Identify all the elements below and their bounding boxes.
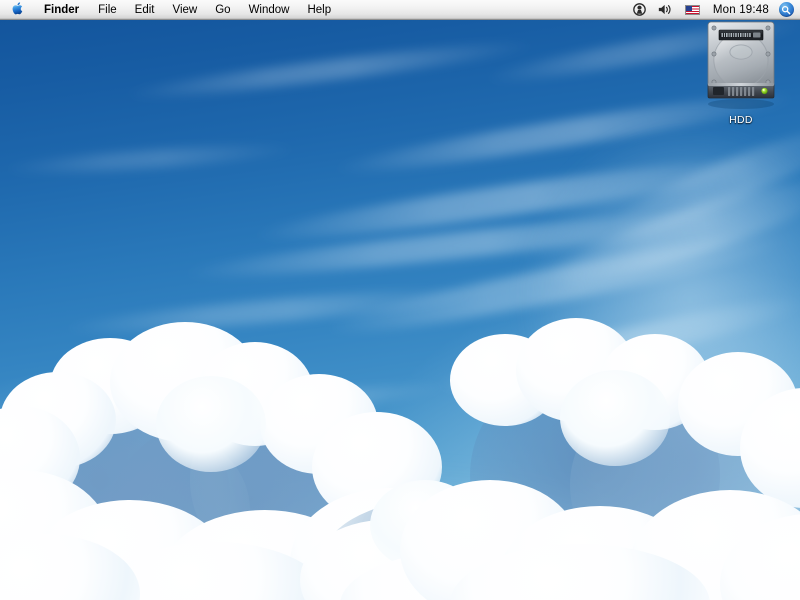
spotlight-circle [779,2,794,17]
menu-item-finder[interactable]: Finder [34,0,89,19]
desktop-icon-label: HDD [725,114,757,127]
menu-item-go[interactable]: Go [206,0,239,19]
desktop[interactable]: HDD [0,0,800,600]
volume-speaker-icon[interactable] [652,0,679,19]
desktop-icon-hdd[interactable]: HDD [694,18,788,138]
apple-menu[interactable] [0,0,34,19]
keyboard-input-menu[interactable] [679,0,706,19]
menu-bar-left-group: Finder File Edit View Go Window Help [0,0,340,19]
menu-item-edit[interactable]: Edit [126,0,164,19]
menu-bar[interactable]: Finder File Edit View Go Window Help [0,0,800,20]
display-status-icon[interactable] [627,0,652,19]
menu-bar-clock[interactable]: Mon 19:48 [706,0,776,19]
menu-item-help[interactable]: Help [298,0,340,19]
us-flag-icon [685,5,700,15]
menu-item-view[interactable]: View [164,0,207,19]
cumulus-cloud-right [420,330,800,600]
spotlight-search-icon[interactable] [776,0,796,20]
menu-bar-status-group: Mon 19:48 [627,0,800,19]
hard-disk-icon[interactable] [702,18,780,110]
menu-item-file[interactable]: File [89,0,126,19]
menu-item-window[interactable]: Window [240,0,299,19]
apple-logo-icon [12,1,25,19]
